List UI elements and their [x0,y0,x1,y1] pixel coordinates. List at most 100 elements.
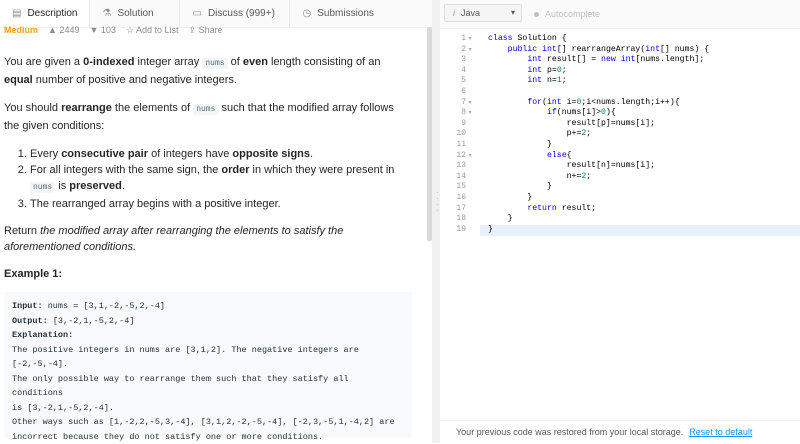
list-item: For all integers with the same sign, the… [30,162,418,196]
fold-arrow-icon[interactable]: ▾ [466,45,474,56]
text: Every [30,148,62,160]
example-explanation: The positive integers in nums are [3,1,2… [12,344,395,442]
code-line[interactable]: } [488,225,709,236]
line-number: 9 [440,119,480,130]
like-count: 2449 [59,25,80,35]
text: rearrange [61,102,112,114]
fold-arrow-icon[interactable]: ▾ [466,34,474,45]
difficulty-badge: Medium [4,25,39,35]
text: the modified array after rearranging the… [4,225,344,253]
fold-arrow-icon [466,119,474,130]
code-line[interactable]: } [488,214,709,225]
code-line[interactable]: result[p]=nums[i]; [488,119,709,130]
line-number-text: 10 [456,129,466,139]
tab-label: Submissions [317,8,374,19]
code-line[interactable]: public int[] rearrangeArray(int[] nums) … [488,45,710,56]
dislike-count: 103 [100,25,116,35]
tab-solution[interactable]: ⚗ Solution [90,0,181,27]
share-label: Share [198,25,223,35]
tab-label: Solution [117,8,154,19]
tab-label: Discuss (999+) [207,8,275,19]
text: 0-indexed [83,56,135,68]
line-number-gutter: 1 ▾ 2 ▾ 3 4 5 6 7 ▾ 8 ▾ 9 10 11 12 ▾ 13 14 15 16 17 18 19 [440,34,480,235]
text: opposite signs [232,148,311,160]
text: is [55,180,70,192]
line-number-text: 15 [456,182,466,192]
line-number-text: 14 [456,171,466,181]
example-input: nums = [3,1,-2,-5,2,-4] [42,301,166,311]
line-number: 16 [440,193,480,204]
problem-description: You are given a 0-indexed integer array … [0,44,418,267]
editor-panel: i Java ▾ Autocomplete 1 ▾ 2 ▾ 3 4 5 6 7 ▾ 8 ▾ 9 10 11 1… [440,0,800,443]
fold-arrow-icon [466,182,474,193]
line-number: 14 [440,172,480,183]
fold-arrow-icon [466,193,474,204]
language-select[interactable]: i Java ▾ [444,4,522,22]
code-line[interactable]: result[n]=nums[i]; [488,161,709,172]
autocomplete-label: Autocomplete [545,9,601,19]
fold-arrow-icon [466,66,474,77]
code-line[interactable] [488,87,709,98]
fold-arrow-icon [466,129,474,140]
fold-arrow-icon [466,76,474,87]
text: length consisting of an [267,56,381,68]
fold-arrow-icon[interactable]: ▾ [466,108,474,119]
line-number: 18 [440,214,480,225]
code-line[interactable]: int n=1; [488,76,709,87]
drag-handle-icon[interactable]: · · · · [436,189,439,220]
fold-arrow-icon [466,87,474,98]
example-block: Input: nums = [3,1,-2,-5,2,-4] Output: [… [4,292,412,442]
code-line[interactable]: } [488,140,709,151]
dislike-button[interactable]: ▼ 103 [89,25,115,35]
tab-discuss[interactable]: ▭ Discuss (999+) [180,0,291,27]
list-item: Every consecutive pair of integers have … [30,146,418,162]
fold-arrow-icon[interactable]: ▾ [466,98,474,109]
add-to-list-label: Add to List [136,25,179,35]
line-number: 10 [440,129,480,140]
description-paragraph: You should rearrange the elements of num… [4,100,410,134]
example-title: Example 1: [4,268,63,280]
fold-arrow-icon [466,225,474,236]
share-button[interactable]: ⇪ Share [189,25,223,35]
like-button[interactable]: ▲ 2449 [48,25,79,35]
code-line[interactable]: for(int i=0;i<nums.length;i++){ [488,98,709,109]
inline-code: nums [193,104,219,115]
code-line[interactable]: return result; [488,204,709,215]
fold-arrow-icon [466,214,474,225]
description-panel: ▤ Description ⚗ Solution ▭ Discuss (999+… [0,0,432,443]
panel-divider[interactable] [432,0,440,443]
text: integer array [134,56,203,68]
code-content[interactable]: class Solution { public int[] rearrangeA… [488,34,709,235]
autocomplete-toggle[interactable]: Autocomplete [534,9,600,19]
line-number-text: 17 [456,203,466,213]
text: equal [4,74,33,86]
status-dot-icon [534,11,539,17]
code-line[interactable]: if(nums[i]>0){ [488,108,709,119]
explanation-label: Explanation: [12,330,74,340]
add-to-list-button[interactable]: ☆ Add to List [126,25,179,35]
code-editor[interactable]: 1 ▾ 2 ▾ 3 4 5 6 7 ▾ 8 ▾ 9 10 11 12 ▾ 13 14 15 16 17 18 19 class… [440,30,800,420]
line-number: 15 [440,182,480,193]
code-line[interactable]: else{ [488,151,709,162]
fold-arrow-icon[interactable]: ▾ [466,151,474,162]
code-line[interactable]: class Solution { [488,34,709,45]
code-line[interactable]: int result[] = new int[nums.length]; [488,55,709,66]
inline-code: nums [30,182,56,193]
line-number: 4 [440,66,480,77]
code-line[interactable]: int p=0; [488,66,709,77]
text: For all integers with the same sign, the [30,164,222,176]
code-line[interactable]: n+=2; [488,172,709,183]
reset-to-default-link[interactable]: Reset to default [689,427,752,437]
chat-icon: ▭ [192,8,202,19]
line-number: 8 ▾ [440,108,480,119]
tab-submissions[interactable]: ◷ Submissions [290,0,390,27]
info-icon: i [453,8,455,18]
line-number-text: 19 [456,224,466,234]
code-line[interactable]: p+=2; [488,129,709,140]
code-line[interactable]: } [488,193,709,204]
output-label: Output: [12,315,48,326]
code-line[interactable]: } [488,182,709,193]
tab-description[interactable]: ▤ Description [0,0,91,27]
line-number: 12 ▾ [440,151,480,162]
text: You should [4,102,62,114]
